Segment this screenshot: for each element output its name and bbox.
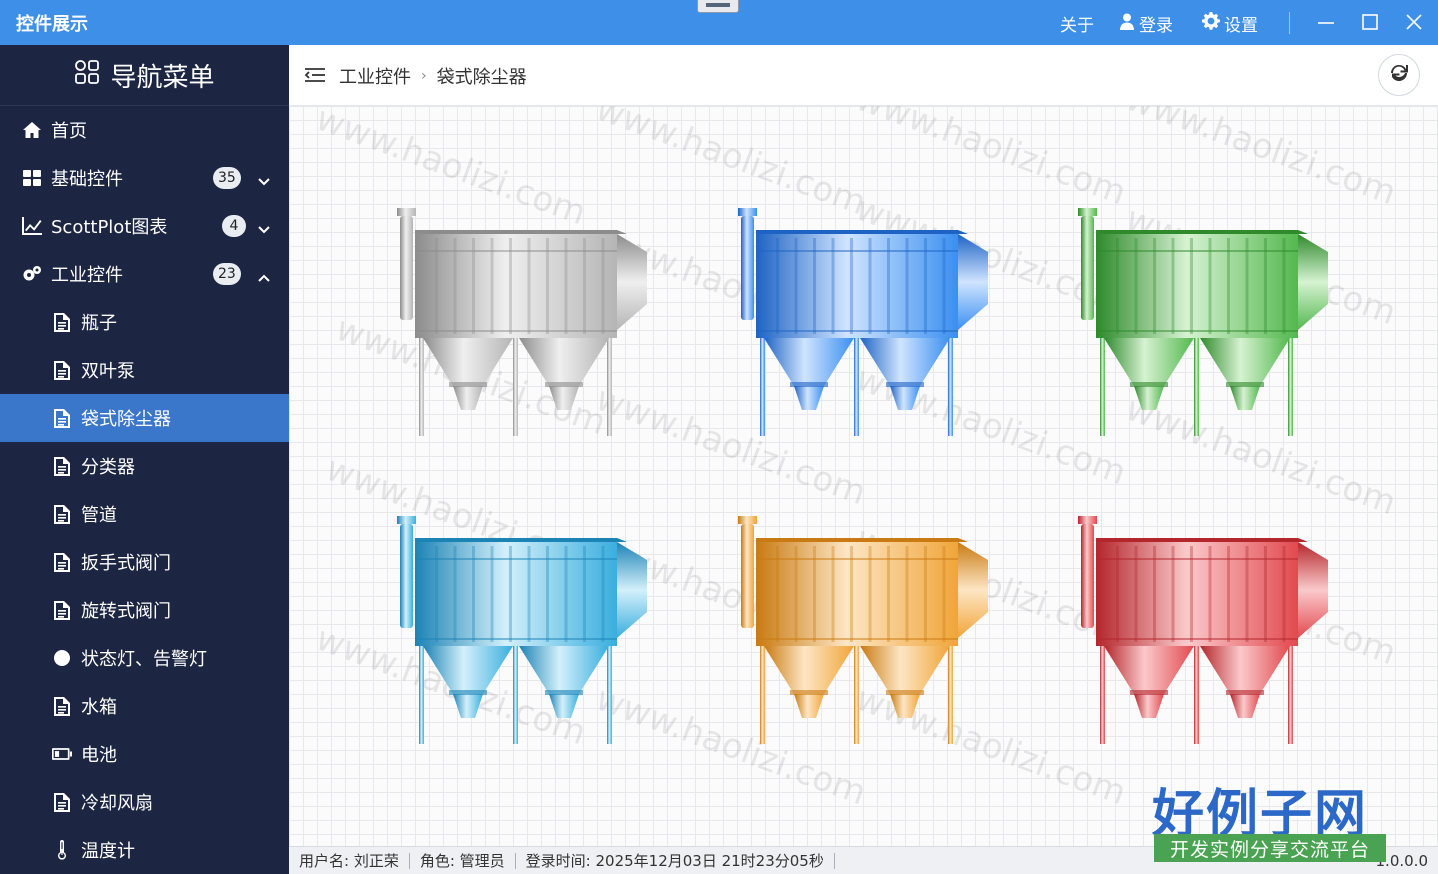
refresh-icon (1389, 63, 1409, 87)
chart-icon (22, 216, 42, 236)
sidebar-subitem[interactable]: 冷却风扇 (0, 778, 289, 826)
file-icon (52, 456, 72, 476)
sidebar-item-industrial-controls[interactable]: 工业控件 23 (0, 250, 289, 298)
circle-icon (52, 648, 72, 668)
bag-filter-collector-blue (738, 206, 998, 441)
sidebar-item-label: 电池 (81, 745, 117, 766)
status-role: 角色: 管理员 (410, 852, 516, 869)
sidebar-subitem[interactable]: 温度计 (0, 826, 289, 874)
bag-filter-collector-orange (738, 514, 998, 749)
login-label: 登录 (1139, 16, 1173, 36)
about-menu[interactable]: 关于 (1060, 11, 1094, 36)
chevron-up-icon (257, 267, 271, 288)
refresh-button[interactable] (1378, 54, 1420, 96)
breadcrumb: 工业控件 › 袋式除尘器 (339, 63, 527, 89)
count-badge: 35 (213, 167, 241, 189)
chevron-down-icon (257, 219, 271, 240)
file-icon (52, 312, 72, 332)
breadcrumb-current: 袋式除尘器 (436, 67, 527, 88)
gear-icon (1202, 12, 1220, 35)
bag-filter-collector-green (1078, 206, 1338, 441)
title-bar: 控件展示 关于 登录 设置 (0, 0, 1438, 45)
status-login-time: 登录时间: 2025年12月03日 21时23分05秒 (516, 852, 835, 869)
breadcrumb-separator-icon: › (421, 68, 427, 84)
about-label: 关于 (1060, 16, 1094, 36)
file-icon (52, 600, 72, 620)
sidebar-item-label: 冷却风扇 (81, 793, 153, 814)
sidebar-subitem[interactable]: 双叶泵 (0, 346, 289, 394)
collector-canvas: www.haolizi.com www.haolizi.com www.haoliz… (289, 106, 1438, 846)
sidebar-item-label: 基础控件 (51, 169, 123, 190)
breadcrumb-parent[interactable]: 工业控件 (339, 63, 411, 89)
drag-grip[interactable] (697, 0, 739, 13)
status-user: 用户名: 刘正荣 (289, 852, 410, 869)
sidebar-subitem[interactable]: 袋式除尘器 (0, 394, 289, 442)
sidebar: 导航菜单 首页 基础控件 35 ScottPlot图表 4 工业控件 23 瓶子… (0, 45, 289, 874)
bag-filter-collector-cyan (397, 514, 657, 749)
maximize-button[interactable] (1360, 12, 1380, 32)
file-icon (52, 504, 72, 524)
sidebar-item-label: 管道 (81, 505, 117, 526)
content-header: 工业控件 › 袋式除尘器 (289, 45, 1438, 106)
sidebar-item-label: 工业控件 (51, 265, 123, 286)
sidebar-subitem[interactable]: 扳手式阀门 (0, 538, 289, 586)
sidebar-item-basic-controls[interactable]: 基础控件 35 (0, 154, 289, 202)
apps-icon (74, 59, 100, 92)
grid-icon (22, 168, 42, 188)
sidebar-item-label: 状态灯、告警灯 (81, 649, 207, 670)
sidebar-item-home[interactable]: 首页 (0, 106, 289, 154)
file-icon (52, 360, 72, 380)
sidebar-item-label: 分类器 (81, 457, 135, 478)
file-icon (52, 696, 72, 716)
bag-filter-collector-gray (397, 206, 657, 441)
watermark-text: www.haolizi.com (850, 106, 1132, 214)
count-badge: 4 (222, 215, 246, 237)
app-title: 控件展示 (16, 14, 88, 35)
sidebar-subitem[interactable]: 瓶子 (0, 298, 289, 346)
sidebar-title: 导航菜单 (110, 62, 215, 93)
logo-subtitle: 开发实例分享交流平台 (1154, 834, 1386, 862)
file-icon (52, 552, 72, 572)
settings-menu[interactable]: 设置 (1202, 11, 1258, 36)
sidebar-item-label: 双叶泵 (81, 361, 135, 382)
sidebar-subitem[interactable]: 水箱 (0, 682, 289, 730)
gears-icon (22, 264, 42, 284)
sidebar-subitem[interactable]: 电池 (0, 730, 289, 778)
file-icon (52, 792, 72, 812)
watermark-text: www.haolizi.com (1120, 106, 1402, 214)
site-logo: 好例子网 开发实例分享交流平台 (1150, 772, 1388, 864)
battery-icon (52, 744, 72, 764)
titlebar-divider (1289, 12, 1290, 34)
chevron-down-icon (257, 171, 271, 192)
file-icon (52, 408, 72, 428)
sidebar-header: 导航菜单 (0, 45, 289, 106)
home-icon (22, 120, 42, 140)
menu-toggle-icon[interactable] (304, 67, 325, 87)
sidebar-item-label: 扳手式阀门 (81, 553, 171, 574)
sidebar-subitem[interactable]: 旋转式阀门 (0, 586, 289, 634)
close-button[interactable] (1404, 12, 1424, 32)
sidebar-subitem[interactable]: 分类器 (0, 442, 289, 490)
sidebar-item-label: 水箱 (81, 697, 117, 718)
sidebar-item-scottplot[interactable]: ScottPlot图表 4 (0, 202, 289, 250)
thermometer-icon (52, 840, 72, 860)
user-icon (1119, 13, 1135, 35)
settings-label: 设置 (1224, 16, 1258, 36)
minimize-button[interactable] (1316, 12, 1336, 32)
sidebar-item-label: ScottPlot图表 (51, 217, 168, 238)
bag-filter-collector-red (1078, 514, 1338, 749)
login-menu[interactable]: 登录 (1119, 11, 1173, 36)
sidebar-item-label: 旋转式阀门 (81, 601, 171, 622)
sidebar-item-label: 首页 (51, 121, 87, 142)
sidebar-item-label: 袋式除尘器 (81, 409, 171, 430)
sidebar-item-label: 瓶子 (81, 313, 117, 334)
count-badge: 23 (213, 263, 241, 285)
sidebar-item-label: 温度计 (81, 841, 135, 862)
sidebar-subitem[interactable]: 状态灯、告警灯 (0, 634, 289, 682)
sidebar-subitem[interactable]: 管道 (0, 490, 289, 538)
